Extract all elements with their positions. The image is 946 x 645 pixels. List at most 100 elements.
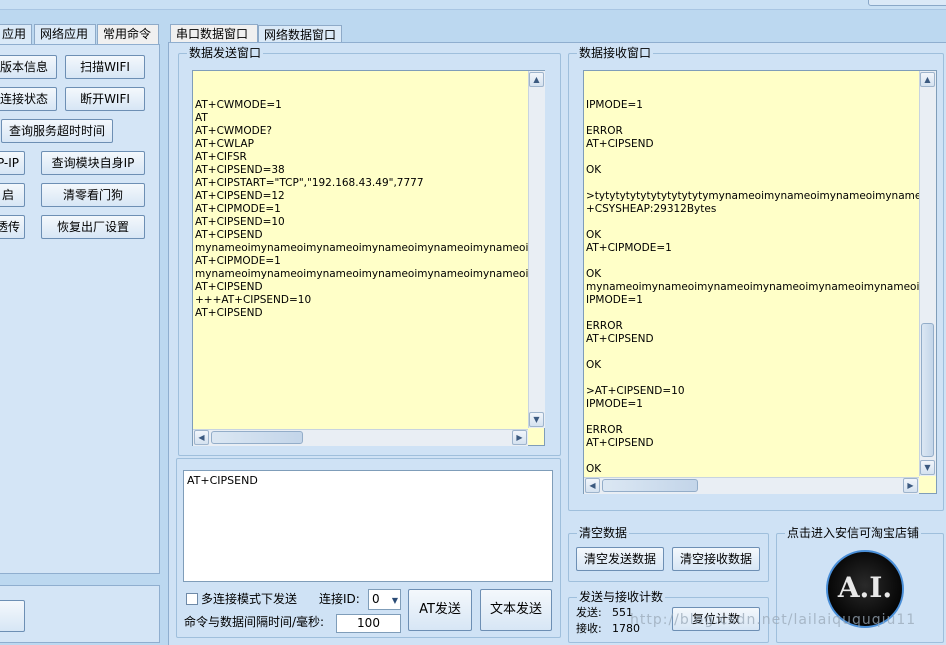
store-title: 点击进入安信可淘宝店铺 (785, 525, 922, 541)
receive-lines: IPMODE=1 ERROR AT+CIPSEND OK >tytytytytyt… (586, 99, 937, 493)
tab-network-app[interactable]: 网络应用 (34, 24, 96, 44)
receive-line (586, 112, 918, 125)
version-info-button[interactable]: 版本信息 (0, 55, 57, 79)
count-title: 发送与接收计数 (577, 589, 666, 605)
receive-line (586, 177, 918, 190)
send-line: AT+CIFSR (195, 151, 247, 163)
receive-line: >tytytytytytytytytytytymynameoimynameoim… (586, 190, 936, 202)
clear-receive-button[interactable]: 清空接收数据 (672, 547, 760, 571)
send-window-title: 数据发送窗口 (187, 45, 264, 61)
receive-vertical-scrollbar[interactable]: ▲ ▼ (919, 71, 936, 476)
receive-line: >AT+CIPSEND=10 (586, 385, 685, 397)
send-line: AT+CIPSTART="TCP","192.168.43.49",7777 (195, 177, 424, 189)
send-line: mynameoimynameoimynameoimynameoimynameoi… (195, 268, 529, 280)
receive-horizontal-scrollbar[interactable]: ◀ ▶ (584, 477, 919, 494)
receive-data-textarea[interactable]: IPMODE=1 ERROR AT+CIPSEND OK >tytytytytyt… (583, 70, 937, 494)
send-hscroll-thumb[interactable] (211, 431, 303, 444)
receive-line: IPMODE=1 (586, 99, 643, 111)
title-strip (0, 0, 946, 10)
send-line: AT+CWLAP (195, 138, 254, 150)
disconnect-wifi-button[interactable]: 断开WIFI (65, 87, 145, 111)
receive-line (586, 151, 918, 164)
start-button[interactable]: 启 (0, 183, 25, 207)
scroll-down-icon[interactable]: ▼ (920, 460, 935, 475)
receive-line: OK (586, 359, 602, 371)
receive-line: ERROR (586, 125, 623, 137)
send-line: AT+CIPSEND (195, 307, 263, 319)
chevron-down-icon[interactable]: ▼ (392, 593, 398, 609)
multi-connection-label: 多连接模式下发送 (201, 592, 298, 606)
left-lower-button[interactable] (0, 600, 25, 632)
multi-connection-checkbox[interactable] (186, 593, 198, 605)
send-line: AT+CWMODE=1 (195, 99, 282, 111)
send-count-label: 发送: (576, 606, 602, 619)
tab-common-commands[interactable]: 常用命令 (97, 24, 159, 46)
command-input[interactable]: AT+CIPSEND (183, 470, 553, 582)
send-line: AT+CIPSEND=10 (195, 216, 285, 228)
scroll-left-icon[interactable]: ◀ (194, 430, 209, 445)
send-line: AT+CWMODE? (195, 125, 272, 137)
receive-vscroll-thumb[interactable] (921, 323, 934, 457)
receive-line (586, 216, 918, 229)
send-data-textarea[interactable]: AT+CWMODE=1 AT AT+CWMODE? AT+CWLAP AT+CIFSR A… (192, 70, 545, 446)
send-line: AT+CIPMODE=1 (195, 203, 281, 215)
clear-watchdog-button[interactable]: 清零看门狗 (41, 183, 145, 207)
send-line: AT+CIPSEND=12 (195, 190, 285, 202)
top-right-button[interactable] (868, 0, 946, 6)
send-line: mynameoimynameoimynameoimynameoimynameoi… (195, 242, 544, 254)
send-vertical-scrollbar[interactable]: ▲ ▼ (528, 71, 545, 428)
receive-line (586, 255, 918, 268)
send-line: AT (195, 112, 208, 124)
receive-line: IPMODE=1 (586, 398, 643, 410)
send-horizontal-scrollbar[interactable]: ◀ ▶ (193, 429, 528, 446)
connection-id-value: 0 (372, 592, 380, 606)
query-ap-ip-button[interactable]: P-IP (0, 151, 25, 175)
scan-wifi-button[interactable]: 扫描WIFI (65, 55, 145, 79)
scroll-down-icon[interactable]: ▼ (529, 412, 544, 427)
left-tabbar: 应用 网络应用 常用命令 (0, 22, 160, 46)
transparent-mode-button[interactable]: 透传 (0, 215, 25, 239)
scroll-up-icon[interactable]: ▲ (920, 72, 935, 87)
receive-line: OK (586, 229, 602, 241)
connection-status-button[interactable]: 连接状态 (0, 87, 57, 111)
query-server-timeout-button[interactable]: 查询服务超时时间 (1, 119, 113, 143)
receive-line: AT+CIPMODE=1 (586, 242, 672, 254)
receive-line: AT+CIPSEND (586, 138, 654, 150)
interval-label: 命令与数据间隔时间/毫秒: (184, 615, 325, 629)
receive-line (586, 411, 918, 424)
receive-line: AT+CIPSEND (586, 437, 654, 449)
receive-line: ERROR (586, 320, 623, 332)
send-line: AT+CIPSEND (195, 281, 263, 293)
blog-watermark: http://blog.csdn.net/lailaiququqiu11 (630, 612, 917, 628)
receive-line (586, 307, 918, 320)
receive-line: OK (586, 463, 602, 475)
connection-id-select[interactable]: 0 ▼ (368, 589, 401, 610)
receive-line: IPMODE=1 (586, 294, 643, 306)
receive-window-title: 数据接收窗口 (577, 45, 654, 61)
scroll-right-icon[interactable]: ▶ (512, 430, 527, 445)
connection-id-label: 连接ID: (319, 592, 360, 606)
receive-line (586, 346, 918, 359)
receive-line: mynameoimynameoimynameoimynameoimynameoi… (586, 281, 937, 293)
query-module-ip-button[interactable]: 查询模块自身IP (41, 151, 145, 175)
send-line: AT+CIPSEND=38 (195, 164, 285, 176)
factory-reset-button[interactable]: 恢复出厂设置 (41, 215, 145, 239)
receive-line (586, 372, 918, 385)
at-send-button[interactable]: AT发送 (408, 589, 472, 631)
tab-app[interactable]: 应用 (0, 24, 32, 44)
receive-line: OK (586, 164, 602, 176)
clear-send-button[interactable]: 清空发送数据 (576, 547, 664, 571)
scroll-left-icon[interactable]: ◀ (585, 478, 600, 493)
text-send-button[interactable]: 文本发送 (480, 589, 552, 631)
scroll-right-icon[interactable]: ▶ (903, 478, 918, 493)
send-line (195, 320, 526, 333)
receive-line: OK (586, 268, 602, 280)
receive-count-label: 接收: (576, 622, 602, 635)
receive-line: AT+CIPSEND (586, 333, 654, 345)
receive-line: +CSYSHEAP:29312Bytes (586, 203, 717, 215)
send-lines: AT+CWMODE=1 AT AT+CWMODE? AT+CWLAP AT+CIFSR A… (195, 99, 544, 333)
scroll-up-icon[interactable]: ▲ (529, 72, 544, 87)
receive-hscroll-thumb[interactable] (602, 479, 698, 492)
receive-line (586, 450, 918, 463)
interval-input[interactable]: 100 (336, 614, 401, 633)
